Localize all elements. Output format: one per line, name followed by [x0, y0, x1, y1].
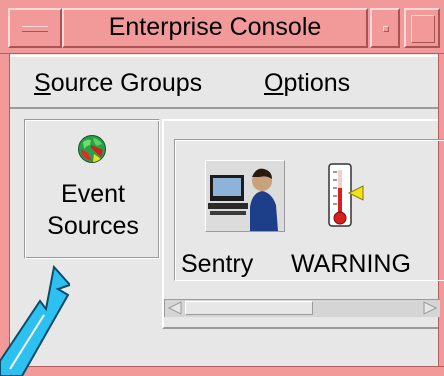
minimize-icon: [383, 26, 389, 32]
menu-bar: Source Groups Options: [10, 55, 438, 109]
event-sources-button[interactable]: Event Sources: [24, 119, 160, 259]
warning-label: WARNING: [291, 250, 411, 278]
minimize-button[interactable]: [370, 8, 400, 48]
scroll-thumb[interactable]: [185, 301, 313, 315]
sentry-label: Sentry: [181, 250, 254, 278]
thermometer-warning-icon[interactable]: [325, 162, 367, 234]
sentry-operator-graphic: [208, 168, 278, 231]
scroll-left-arrow-icon[interactable]: [167, 301, 183, 315]
content-area: Event Sources Sentry WARNING: [10, 109, 444, 366]
event-sources-label: Event Sources: [25, 178, 161, 242]
mouse-pointer-icon: [0, 265, 70, 376]
maximize-button[interactable]: [404, 8, 440, 48]
window-menu-button[interactable]: [8, 8, 62, 48]
source-icons-area: Sentry WARNING: [174, 139, 444, 281]
enterprise-console-window: Enterprise Console Source Groups Options: [0, 0, 444, 376]
menu-options[interactable]: Options: [264, 69, 350, 98]
menu-source-groups[interactable]: Source Groups: [34, 69, 202, 98]
menu-source-groups-mnemonic: S: [34, 69, 51, 97]
event-sources-label-line2: Sources: [47, 212, 139, 240]
source-icons-pane: Sentry WARNING: [162, 119, 444, 329]
horizontal-scrollbar[interactable]: [164, 299, 440, 317]
maximize-icon: [411, 15, 435, 43]
scroll-right-arrow-icon[interactable]: [422, 301, 438, 315]
globe-icon: [78, 135, 106, 163]
menu-options-label: ptions: [283, 69, 351, 97]
menu-source-groups-label: ource Groups: [50, 69, 203, 97]
menu-options-mnemonic: O: [264, 69, 284, 97]
title-bar[interactable]: Enterprise Console: [0, 0, 444, 54]
sentry-operator-icon[interactable]: [205, 160, 285, 232]
window-menu-icon: [22, 26, 48, 32]
event-sources-label-line1: Event: [61, 180, 125, 208]
window-title: Enterprise Console: [62, 8, 368, 48]
